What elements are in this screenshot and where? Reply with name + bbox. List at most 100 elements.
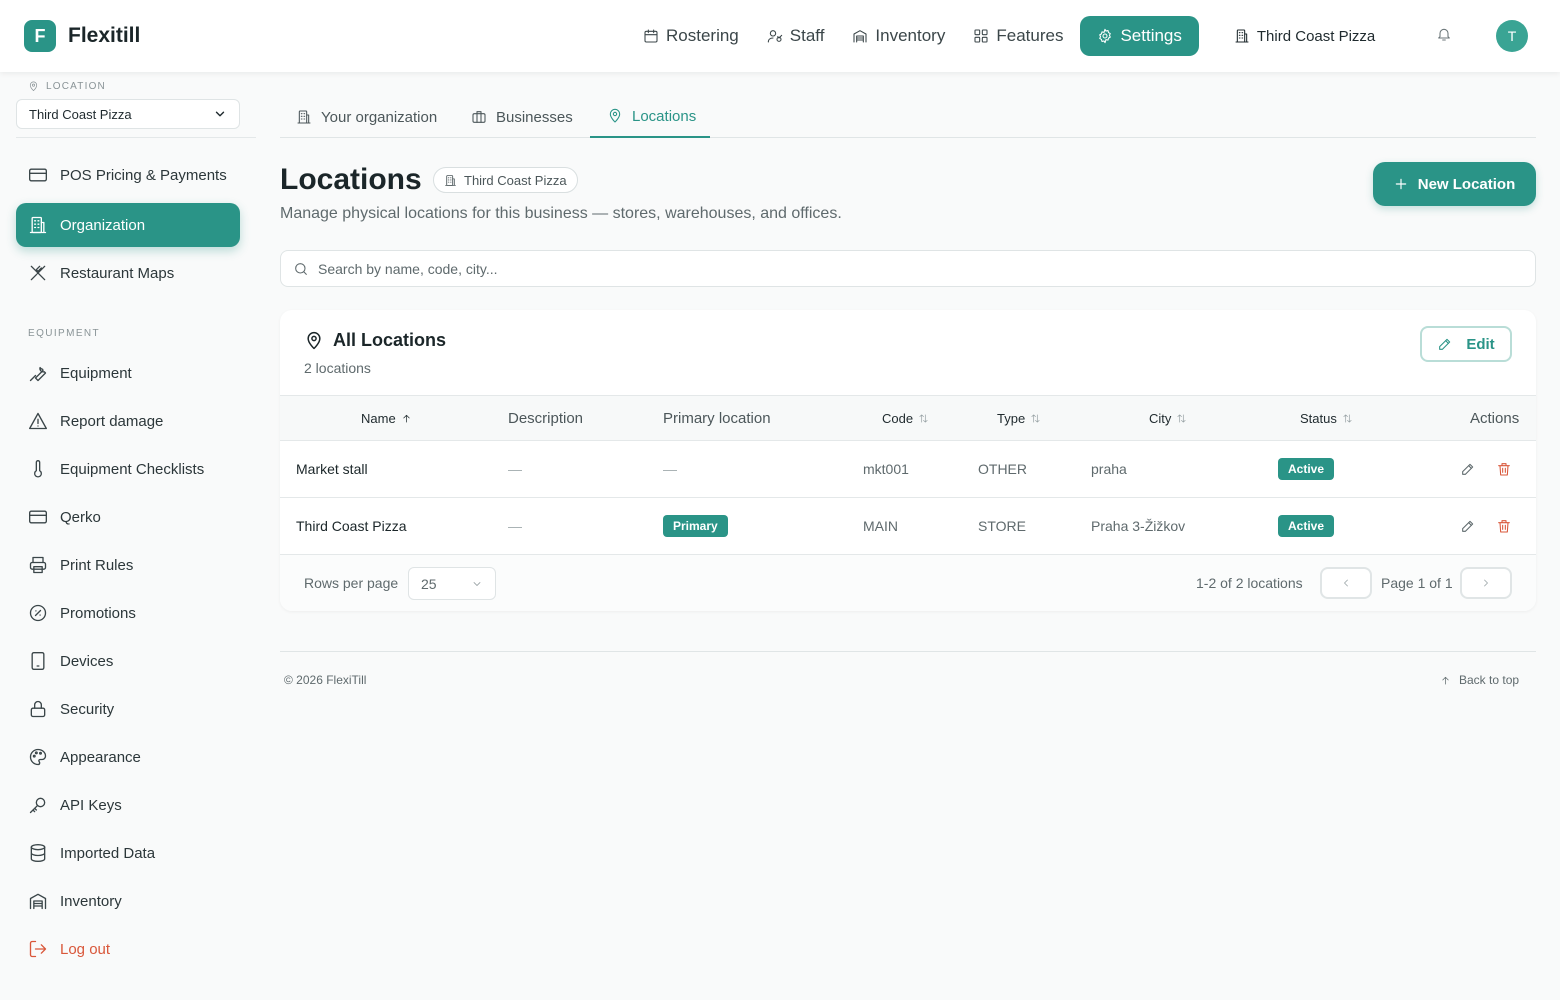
sidebar-item-inventory[interactable]: Inventory (16, 879, 240, 923)
sidebar-item-promotions[interactable]: Promotions (16, 591, 240, 635)
tab-label: Your organization (321, 108, 438, 126)
column-primary-location: Primary location (663, 409, 771, 427)
column-label: City (1149, 410, 1172, 426)
sidebar-item-report-damage[interactable]: Report damage (16, 399, 240, 443)
sidebar-item-api-keys[interactable]: API Keys (16, 783, 240, 827)
tab-your-organization[interactable]: Your organization (296, 96, 437, 138)
sidebar-item-label: Inventory (60, 892, 122, 910)
cell-city: Praha 3-Žižkov (1091, 518, 1186, 534)
sidebar-item-devices[interactable]: Devices (16, 639, 240, 683)
column-name[interactable]: Name (361, 396, 412, 440)
cell-status: Active (1278, 441, 1335, 497)
nav-inventory[interactable]: Inventory (841, 16, 956, 56)
thermometer-icon (34, 460, 42, 478)
sidebar-item-pos-pricing[interactable]: POS Pricing & Payments (16, 153, 240, 197)
nav-staff[interactable]: Staff (756, 16, 836, 56)
edit-button[interactable]: Edit (1420, 326, 1512, 362)
cell-status: Active (1278, 498, 1335, 554)
column-status[interactable]: Status (1300, 396, 1353, 440)
sidebar-item-equipment-checklists[interactable]: Equipment Checklists (16, 447, 240, 491)
logout-button[interactable]: Log out (16, 927, 240, 971)
column-label: Status (1300, 410, 1337, 426)
column-code[interactable]: Code (882, 396, 929, 440)
avatar[interactable]: T (1496, 20, 1528, 52)
top-nav: Rostering Staff Inventory Features Setti… (632, 16, 1392, 56)
column-city[interactable]: City (1149, 396, 1187, 440)
tab-businesses[interactable]: Businesses (471, 96, 573, 138)
sort-icon (1031, 413, 1040, 423)
notifications-button[interactable] (1436, 26, 1452, 42)
rows-per-page-select[interactable]: 25 (408, 567, 496, 600)
org-switcher[interactable]: Third Coast Pizza (1223, 16, 1386, 56)
column-actions: Actions (1470, 409, 1520, 427)
edit-row-pencil-icon[interactable] (1460, 461, 1476, 477)
lock-icon (30, 700, 46, 718)
sidebar-section-equipment: EQUIPMENT (28, 328, 101, 339)
map-pin-icon (29, 81, 38, 91)
logout-icon (29, 940, 47, 958)
delete-row-trash-icon[interactable] (1496, 461, 1512, 477)
page-subtitle: Manage physical locations for this busin… (280, 205, 842, 222)
column-description: Description (508, 409, 584, 427)
nav-settings[interactable]: Settings (1080, 16, 1199, 56)
table-row[interactable]: Market stall — — mkt001 OTHER praha Acti… (280, 441, 1536, 498)
sidebar-item-label: Restaurant Maps (60, 264, 175, 282)
sort-icon (919, 413, 928, 423)
column-label: Code (882, 410, 914, 426)
cell-type: OTHER (978, 461, 1027, 477)
tab-label: Businesses (496, 108, 573, 126)
plus-icon (1395, 178, 1406, 190)
tab-locations[interactable]: Locations (590, 96, 710, 138)
new-location-button[interactable]: New Location (1373, 162, 1536, 206)
sidebar-item-imported-data[interactable]: Imported Data (16, 831, 240, 875)
sidebar-item-organization[interactable]: Organization (16, 203, 240, 247)
pagination-range: 1-2 of 2 locations (1196, 575, 1303, 591)
sidebar-item-qerko[interactable]: Qerko (16, 495, 240, 539)
search-input[interactable] (318, 260, 1498, 277)
delete-row-trash-icon[interactable] (1496, 518, 1512, 534)
credit-card-icon (29, 168, 47, 182)
nav-label: Settings (1120, 26, 1182, 45)
logout-label: Log out (60, 940, 111, 958)
cell-city: praha (1091, 461, 1127, 477)
sidebar-divider (16, 137, 256, 138)
grid-icon (974, 29, 988, 43)
org-chip: Third Coast Pizza (433, 167, 578, 193)
sort-icon (1177, 413, 1186, 423)
nav-features[interactable]: Features (962, 16, 1074, 56)
sidebar-item-label: Organization (60, 216, 146, 234)
primary-badge: Primary (663, 515, 728, 537)
location-select[interactable]: Third Coast Pizza (16, 99, 240, 129)
previous-page-button[interactable] (1320, 567, 1372, 599)
back-to-top-label: Back to top (1459, 673, 1520, 687)
settings-tabs: Your organization Businesses Locations (280, 96, 1536, 138)
back-to-top-link[interactable]: Back to top (1440, 673, 1519, 687)
search-box (280, 250, 1536, 287)
arrow-up-icon (1442, 676, 1449, 685)
cell-code: mkt001 (863, 461, 909, 477)
chevron-left-icon (1344, 579, 1348, 587)
gear-icon (1099, 28, 1112, 44)
building-icon (29, 216, 47, 234)
edit-row-pencil-icon[interactable] (1460, 518, 1476, 534)
sidebar-item-security[interactable]: Security (16, 687, 240, 731)
sidebar-item-print-rules[interactable]: Print Rules (16, 543, 240, 587)
status-badge: Active (1278, 515, 1335, 537)
sidebar-item-label: Equipment Checklists (60, 460, 205, 478)
tab-label: Locations (632, 107, 697, 125)
tablet-icon (31, 652, 45, 670)
sidebar-item-label: Promotions (60, 604, 136, 622)
nav-label: Rostering (666, 26, 739, 45)
location-select-value: Third Coast Pizza (29, 106, 132, 122)
column-type[interactable]: Type (997, 396, 1041, 440)
brand[interactable]: F Flexitill (24, 20, 140, 52)
table-row[interactable]: Third Coast Pizza — Primary MAIN STORE P… (280, 498, 1536, 555)
chevron-down-icon (473, 581, 481, 586)
next-page-button[interactable] (1460, 567, 1512, 599)
calendar-icon (644, 29, 658, 43)
sidebar-item-restaurant-maps[interactable]: Restaurant Maps (16, 251, 240, 295)
sidebar-item-label: Devices (60, 652, 114, 670)
sidebar-item-appearance[interactable]: Appearance (16, 735, 240, 779)
nav-rostering[interactable]: Rostering (632, 16, 750, 56)
sidebar-item-equipment[interactable]: Equipment (16, 351, 240, 395)
